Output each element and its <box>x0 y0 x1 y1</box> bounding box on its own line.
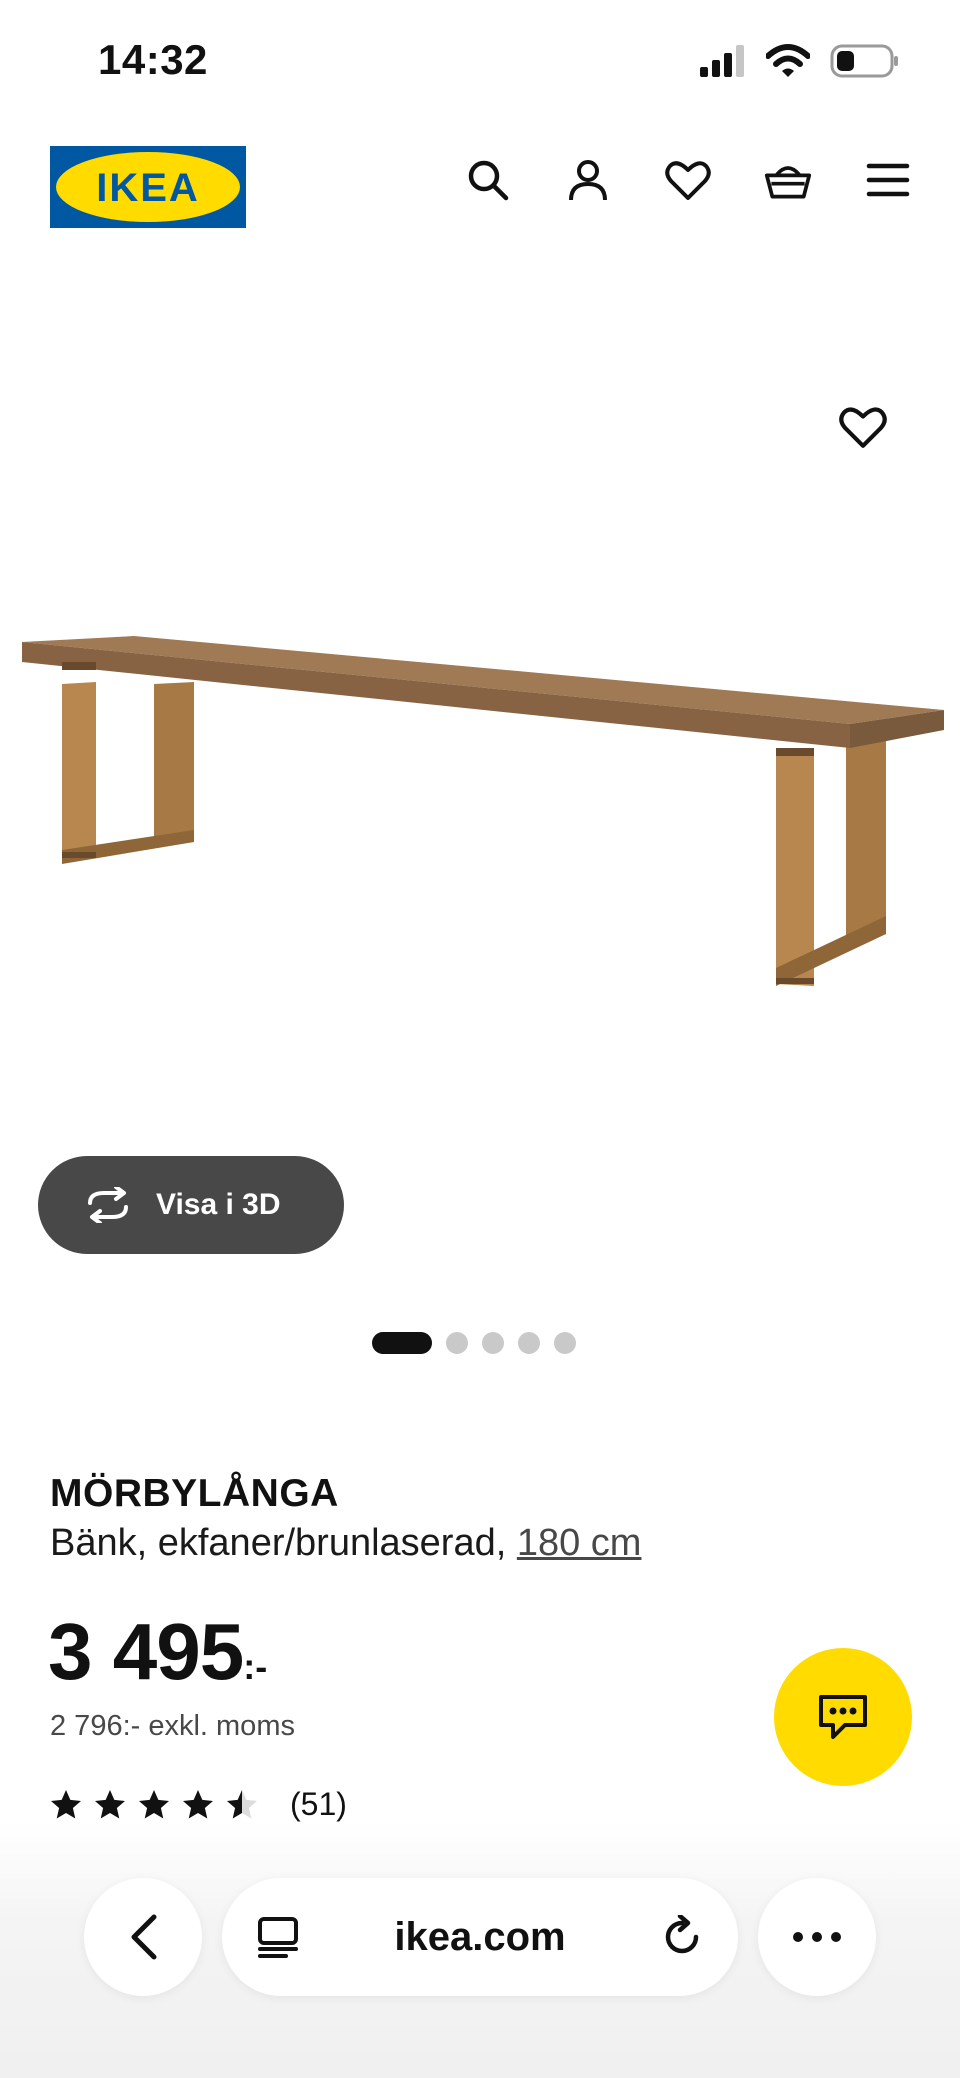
chat-button[interactable] <box>774 1648 912 1786</box>
carousel-dot[interactable] <box>482 1332 504 1354</box>
image-carousel-indicator <box>372 1332 576 1354</box>
star-full-icon <box>95 1789 125 1818</box>
heart-icon <box>665 161 711 200</box>
ikea-logo-mark: IKEA <box>50 146 246 228</box>
heart-icon <box>839 407 887 448</box>
add-to-favorites-button[interactable] <box>838 404 888 454</box>
chat-icon <box>819 1695 867 1739</box>
reload-icon[interactable] <box>660 1915 704 1959</box>
status-time: 14:32 <box>98 36 208 83</box>
header-actions <box>464 156 912 204</box>
price-suffix: :- <box>243 1646 268 1687</box>
size-link[interactable]: 180 cm <box>517 1522 642 1564</box>
more-dots-icon <box>793 1932 841 1942</box>
price: 3 495 :- <box>48 1606 267 1698</box>
wifi-icon <box>766 44 810 77</box>
browser-back-button[interactable] <box>84 1878 202 1996</box>
browser-more-button[interactable] <box>758 1878 876 1996</box>
search-icon <box>468 160 509 201</box>
product-name: MÖRBYLÅNGA <box>50 1472 339 1515</box>
logo-text: IKEA <box>96 166 200 210</box>
chevron-left-icon <box>131 1914 157 1960</box>
carousel-dot[interactable] <box>554 1332 576 1354</box>
address-bar[interactable]: ikea.com <box>222 1878 738 1996</box>
carousel-dot[interactable] <box>372 1332 432 1354</box>
account-icon <box>569 160 607 201</box>
menu-icon <box>866 163 910 197</box>
star-half-icon <box>227 1789 257 1818</box>
basket-button[interactable] <box>764 156 812 204</box>
menu-button[interactable] <box>864 156 912 204</box>
tab-overview-icon <box>258 1917 298 1958</box>
view-in-3d-button[interactable]: Visa i 3D <box>38 1156 344 1254</box>
ikea-logo[interactable]: IKEA <box>50 146 246 228</box>
battery-icon <box>830 44 898 78</box>
cellular-signal-icon <box>700 45 744 77</box>
price-excl-vat: 2 796:- exkl. moms <box>50 1710 295 1742</box>
rotate-3d-icon <box>88 1187 128 1223</box>
basket-icon <box>764 166 812 199</box>
url-text[interactable]: ikea.com <box>394 1915 565 1960</box>
status-icons <box>700 44 900 78</box>
view-in-3d-label: Visa i 3D <box>156 1188 281 1221</box>
favorites-button[interactable] <box>664 156 712 204</box>
search-button[interactable] <box>464 156 512 204</box>
carousel-dot[interactable] <box>518 1332 540 1354</box>
price-integer: 3 495 <box>48 1607 244 1696</box>
review-count[interactable]: (51) <box>290 1786 347 1823</box>
product-description: Bänk, ekfaner/brunlaserad, 180 cm <box>50 1522 641 1565</box>
rating[interactable]: (51) <box>48 1786 347 1823</box>
star-full-icon <box>183 1789 213 1818</box>
star-full-icon <box>51 1789 81 1818</box>
product-description-text: Bänk, ekfaner/brunlaserad, <box>50 1522 517 1564</box>
product-image-bench[interactable] <box>14 620 954 1000</box>
carousel-dot[interactable] <box>446 1332 468 1354</box>
account-button[interactable] <box>564 156 612 204</box>
star-full-icon <box>139 1789 169 1818</box>
